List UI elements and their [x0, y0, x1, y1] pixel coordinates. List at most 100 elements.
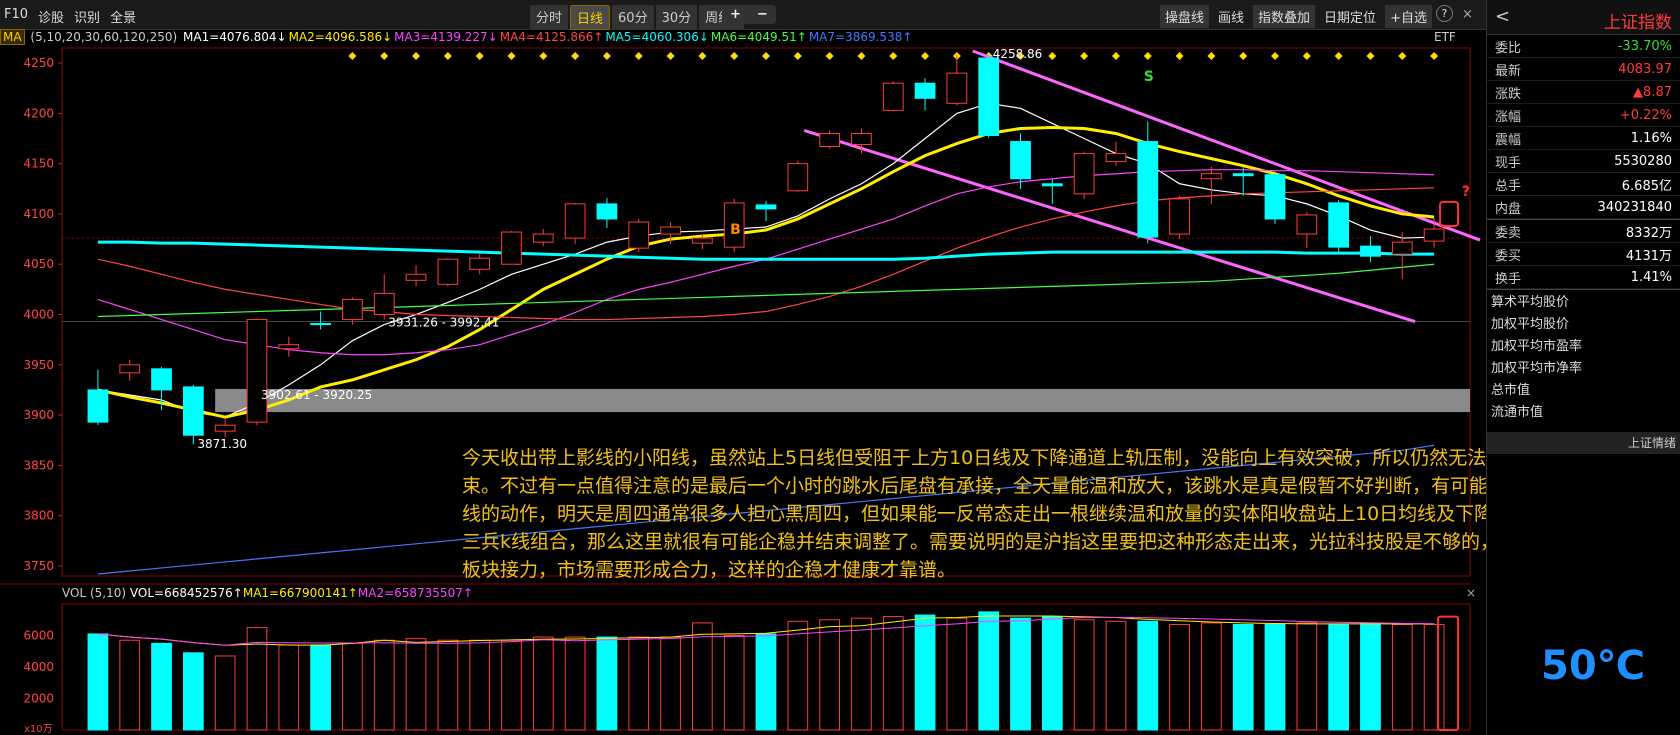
quote-value: 4083.97 [1618, 61, 1672, 77]
vol-params: (5,10) [89, 586, 127, 600]
toolbar-left: F10 诊股 识别 全景 [4, 7, 136, 26]
tab-30min[interactable]: 30分 [655, 5, 698, 30]
draw-line-button[interactable]: 画线 [1213, 5, 1249, 28]
quote-row-6: 总手 6.685亿 [1487, 173, 1680, 196]
signal-diamond [825, 52, 834, 60]
y-tick-label: 3800 [23, 509, 54, 523]
candle-body [373, 292, 395, 316]
signal-diamond [380, 52, 389, 60]
candle-body [342, 298, 363, 321]
signal-diamond [889, 52, 898, 60]
signal-diamond [602, 52, 611, 60]
vol-tick-label: 4000 [23, 660, 54, 674]
zoom-controls: + − [722, 5, 776, 24]
volume-bar [214, 655, 236, 731]
stat-item-3[interactable]: 加权平均市净率 [1491, 358, 1676, 380]
volume-bar [437, 639, 459, 731]
quote-value: 6.685亿 [1621, 178, 1672, 194]
candle-body [246, 319, 268, 423]
signal-diamond [475, 52, 484, 60]
tab-daily[interactable]: 日线 [570, 5, 611, 30]
y-tick-label: 3750 [23, 559, 54, 573]
candle-body [405, 273, 427, 281]
tab-intraday[interactable]: 分时 [530, 5, 569, 30]
quote-row2-0: 委卖 8332万 [1487, 220, 1680, 243]
signal-diamond [921, 52, 930, 60]
quote-row-1: 最新 4083.97 [1487, 58, 1680, 81]
volume-bar [342, 642, 363, 731]
tab-60min[interactable]: 60分 [612, 5, 654, 30]
candle-body [1391, 241, 1413, 255]
vol-tick-label: 6000 [23, 629, 54, 643]
volume-bar [469, 639, 491, 731]
quote-label: 委卖 [1495, 225, 1522, 241]
sentiment-tab[interactable]: 上证情绪 [1487, 432, 1680, 454]
vol-value-1: MA1=667900141↑ [242, 586, 358, 600]
y-tick-label: 4050 [23, 257, 54, 271]
signal-diamond [1111, 52, 1120, 60]
vol-tick-label: 2000 [23, 692, 54, 706]
back-icon[interactable]: < [1495, 6, 1510, 27]
signal-diamond [507, 52, 516, 60]
zoom-out-button[interactable]: − [749, 5, 776, 24]
candle-body [660, 226, 681, 235]
quote-rows: 委比 -33.70% 最新 4083.97 涨跌 ▲8.87 涨幅 +0.22% 震幅 1.16%… [1487, 35, 1680, 219]
volume-header: VOL (5,10) VOL=668452576↑MA1=667900141↑M… [62, 586, 473, 600]
signal-diamond [1271, 52, 1280, 60]
volume-bar [660, 636, 681, 731]
volume-bar [978, 611, 1000, 731]
candle-body [119, 364, 141, 374]
volume-bar [1296, 622, 1318, 731]
candle-body [628, 221, 650, 249]
quote-label: 震幅 [1495, 132, 1522, 148]
candle-body [946, 72, 968, 104]
vol-label[interactable]: VOL [62, 586, 86, 600]
quote-label: 换手 [1495, 271, 1522, 287]
trade-line-dropdown[interactable]: 操盘线 [1160, 5, 1210, 28]
volume-close-icon[interactable]: × [1466, 586, 1476, 600]
stat-item-0[interactable]: 算术平均股价 [1491, 292, 1676, 314]
volume-bar [405, 638, 427, 731]
index-overlay-dropdown[interactable]: 指数叠加 [1253, 5, 1316, 28]
date-locate-button[interactable]: 日期定位 [1319, 5, 1381, 28]
f10-button[interactable]: F10 [4, 7, 28, 26]
identify-button[interactable]: 识别 [74, 7, 100, 26]
candle-body [1296, 214, 1318, 235]
ma-line-ma3 [97, 169, 1435, 356]
quote-value: 340231840 [1597, 199, 1672, 215]
stat-item-1[interactable]: 加权平均股价 [1491, 314, 1676, 336]
close-icon[interactable]: × [1457, 5, 1478, 28]
diagnose-button[interactable]: 诊股 [38, 7, 64, 26]
quote-value: 4131万 [1625, 248, 1672, 264]
volume-bar [819, 619, 840, 731]
volume-bar [182, 652, 204, 731]
candle-body [1137, 141, 1159, 238]
y-tick-label: 4250 [23, 56, 54, 70]
signal-diamond [634, 52, 643, 60]
candle-body [914, 82, 936, 99]
candle-body [978, 57, 1000, 136]
temperature-value: 50℃ [1541, 643, 1646, 689]
kline-chart[interactable]: 4250 4200 4150 4100 4050 4000 3950 3900 3850 3800… [0, 30, 1482, 735]
stat-item-2[interactable]: 加权平均市盈率 [1491, 336, 1676, 358]
candle-body [1201, 173, 1222, 180]
stat-item-4[interactable]: 总市值 [1491, 380, 1676, 402]
panorama-button[interactable]: 全景 [110, 7, 136, 26]
volume-bar [532, 636, 554, 731]
stat-item-5[interactable]: 流通市值 [1491, 402, 1676, 424]
candle-body [469, 257, 491, 270]
quote-row-0: 委比 -33.70% [1487, 35, 1680, 58]
volume-bar [87, 633, 109, 731]
candle-body [692, 237, 713, 244]
help-icon[interactable]: ? [1435, 5, 1453, 22]
candle-body [882, 82, 904, 111]
volume-bar [278, 644, 300, 731]
top-toolbar: F10 诊股 识别 全景 分时 日线 60分 30分 周线▾ + − 操盘线 画… [0, 0, 1680, 30]
zoom-in-button[interactable]: + [722, 5, 749, 24]
add-watchlist-button[interactable]: +自选 [1385, 5, 1432, 28]
volume-bar [1073, 619, 1095, 731]
candle-body [1105, 153, 1127, 163]
volume-bar [564, 636, 586, 731]
ma-line-ma2 [97, 125, 1435, 419]
candle-body [437, 258, 459, 285]
